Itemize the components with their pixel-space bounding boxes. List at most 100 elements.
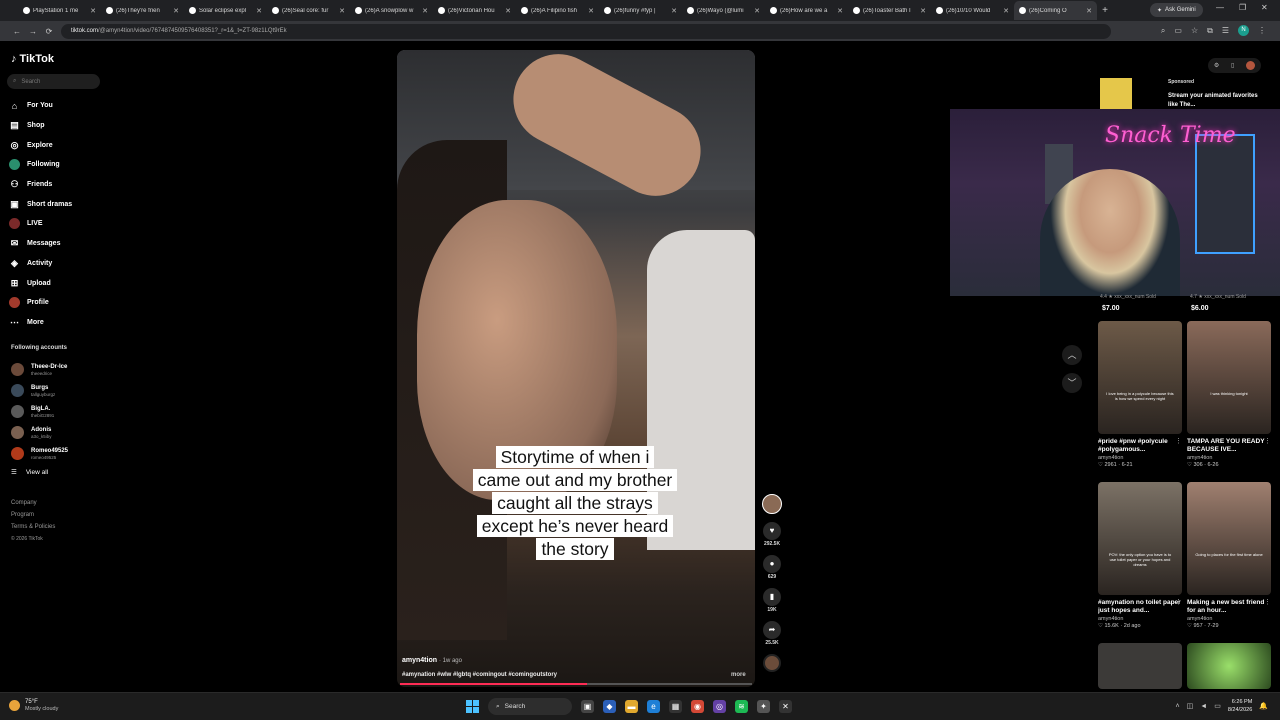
tab-close-icon[interactable]: ✕ <box>1003 7 1009 15</box>
sidebar-item-short-dramas[interactable]: ▣ Short dramas <box>9 194 72 214</box>
tab-close-icon[interactable]: ✕ <box>1086 7 1092 15</box>
video-card-author[interactable]: amyn4tion <box>1187 455 1271 461</box>
browser-tab[interactable]: (26)They're frien ✕ <box>101 1 184 20</box>
zoom-icon[interactable]: ⌕ <box>1161 26 1165 36</box>
following-account[interactable]: Theee-Dr-Ice theeedrice <box>11 359 68 380</box>
system-clock[interactable]: 6:26 PM 8/24/2026 <box>1228 698 1252 714</box>
bookmark-star-icon[interactable]: ☆ <box>1191 26 1198 35</box>
following-account[interactable]: Romeo49525 romeo49525 <box>11 443 68 464</box>
tab-close-icon[interactable]: ✕ <box>837 7 843 15</box>
tiktok-logo[interactable]: ♪ TikTok <box>11 53 54 65</box>
following-account[interactable]: Burgs tallguyburgz <box>11 380 68 401</box>
taskbar-search[interactable]: ⌕ Search <box>488 698 572 715</box>
sidebar-item-activity[interactable]: ◈ Activity <box>9 254 72 274</box>
sidebar-toggle-icon[interactable]: ☰ <box>1222 26 1229 35</box>
file-explorer-icon[interactable]: ▬ <box>625 700 638 713</box>
cast-icon[interactable]: ▭ <box>1174 26 1182 35</box>
browser-tab[interactable]: (26)How are we a ✕ <box>765 1 848 20</box>
sidebar-item-messages[interactable]: ✉ Messages <box>9 234 72 254</box>
comment-button[interactable]: ● <box>763 555 781 573</box>
card-more-icon[interactable]: ⋮ <box>1264 437 1271 445</box>
tab-close-icon[interactable]: ✕ <box>422 7 428 15</box>
volume-icon[interactable]: ◄ <box>1200 703 1207 710</box>
browser-tab[interactable]: (26)funny #fyp | ✕ <box>599 1 682 20</box>
tab-close-icon[interactable]: ✕ <box>173 7 179 15</box>
tab-close-icon[interactable]: ✕ <box>588 7 594 15</box>
creator-avatar[interactable] <box>762 494 782 514</box>
browser-menu-icon[interactable]: ⋮ <box>1258 26 1266 35</box>
extensions-icon[interactable]: ⧉ <box>1207 26 1213 36</box>
footer-link-company[interactable]: Company <box>11 497 55 509</box>
like-button[interactable]: ♥ <box>763 522 781 540</box>
video-card-author[interactable]: amyn4tion <box>1098 455 1182 461</box>
footer-link-terms[interactable]: Terms & Policies <box>11 521 55 533</box>
close-window-icon[interactable]: ✕ <box>1261 3 1268 12</box>
browser-tab[interactable]: (26)10/10 Would ✕ <box>931 1 1014 20</box>
share-button[interactable]: ➦ <box>763 621 781 639</box>
sidebar-item-upload[interactable]: ⊞ Upload <box>9 273 72 293</box>
tab-close-icon[interactable]: ✕ <box>671 7 677 15</box>
video-more-button[interactable]: more <box>731 672 746 678</box>
video-author[interactable]: amyn4tion · 1w ago <box>402 657 462 664</box>
sidebar-item-shop[interactable]: ▤ Shop <box>9 116 72 136</box>
video-card-author[interactable]: amyn4tion <box>1187 616 1271 622</box>
tab-close-icon[interactable]: ✕ <box>339 7 345 15</box>
network-icon[interactable]: ◫ <box>1187 702 1194 710</box>
next-video-button[interactable]: ﹀ <box>1062 373 1082 393</box>
following-account[interactable]: BigLA. thebiG2891 <box>11 401 68 422</box>
following-account[interactable]: Adonis a3o_k5iby <box>11 422 68 443</box>
sponsored-ad[interactable]: Sponsored Stream your animated favorites… <box>1098 76 1270 110</box>
app-icon[interactable]: ✦ <box>757 700 770 713</box>
browser-tab[interactable]: (26)A Filipino fish ✕ <box>516 1 599 20</box>
video-hashtags[interactable]: #amynation #wlw #lgbtq #comingout #comin… <box>402 672 557 678</box>
new-tab-button[interactable]: + <box>1097 5 1113 16</box>
browser-tab[interactable]: (26)Coming O ✕ <box>1014 1 1097 20</box>
sidebar-item-explore[interactable]: ◎ Explore <box>9 135 72 155</box>
sidebar-item-more[interactable]: ⋯ More <box>9 313 72 333</box>
tab-close-icon[interactable]: ✕ <box>256 7 262 15</box>
sidebar-item-following[interactable]: Following <box>9 155 72 175</box>
forward-icon[interactable]: → <box>25 27 41 36</box>
sidebar-item-for-you[interactable]: ⌂ For You <box>9 96 72 116</box>
sound-disc-icon[interactable] <box>763 654 781 672</box>
card-more-icon[interactable]: ⋮ <box>1264 598 1271 606</box>
video-card-author[interactable]: amyn4tion <box>1098 616 1182 622</box>
chevron-up-icon[interactable]: ˄ <box>1176 703 1180 710</box>
edge-icon[interactable]: e <box>647 700 660 713</box>
browser-tab[interactable]: (26)A snowplow w ✕ <box>350 1 433 20</box>
copilot-icon[interactable]: ◆ <box>603 700 616 713</box>
chrome-icon[interactable]: ◉ <box>691 700 704 713</box>
browser-profile-avatar[interactable]: N <box>1238 25 1249 36</box>
view-all-button[interactable]: ☰ View all <box>11 468 48 477</box>
video-card[interactable]: Going to places for the first time alone… <box>1187 482 1271 629</box>
user-avatar[interactable] <box>1246 61 1256 70</box>
browser-tab[interactable]: PlayStation 1 me ✕ <box>18 1 101 20</box>
browser-tab[interactable]: (26)Seal core: fur ✕ <box>267 1 350 20</box>
browser-tab[interactable]: (26)Victorian Hou ✕ <box>433 1 516 20</box>
save-button[interactable]: ▮ <box>763 588 781 606</box>
phone-icon[interactable]: ▯ <box>1231 62 1234 69</box>
store-icon[interactable]: ▦ <box>669 700 682 713</box>
spotify-icon[interactable]: ≋ <box>735 700 748 713</box>
browser-tab[interactable]: Solar eclipse expl ✕ <box>184 1 267 20</box>
weather-widget[interactable]: 75°F Mostly cloudy <box>9 699 58 712</box>
tab-close-icon[interactable]: ✕ <box>90 7 96 15</box>
video-progress-bar[interactable] <box>400 683 752 685</box>
video-card[interactable]: I was thinking tonight ⋮ TAMPA ARE YOU REA… <box>1187 321 1271 468</box>
tab-close-icon[interactable]: ✕ <box>505 7 511 15</box>
settings-icon[interactable]: ⚙ <box>1214 62 1219 69</box>
card-more-icon[interactable]: ⋮ <box>1175 598 1182 606</box>
video-card[interactable]: POV: the only option you have is to use … <box>1098 482 1182 629</box>
sidebar-item-live[interactable]: LIVE <box>9 214 72 234</box>
sidebar-item-friends[interactable]: ⚇ Friends <box>9 175 72 195</box>
browser-tab[interactable]: (26)Wayo (@lumi ✕ <box>682 1 765 20</box>
product-price-1[interactable]: $7.00 <box>1102 305 1120 312</box>
sidebar-item-profile[interactable]: Profile <box>9 293 72 313</box>
search-input[interactable]: ⌕ Search <box>7 74 100 89</box>
url-input[interactable]: tiktok.com/@amyn4tion/video/767487450957… <box>61 23 1111 39</box>
xbox-icon[interactable]: ✕ <box>779 700 792 713</box>
minimize-icon[interactable]: — <box>1216 3 1224 12</box>
video-player[interactable] <box>397 50 755 687</box>
video-author-name[interactable]: amyn4tion <box>402 657 437 664</box>
footer-link-program[interactable]: Program <box>11 509 55 521</box>
